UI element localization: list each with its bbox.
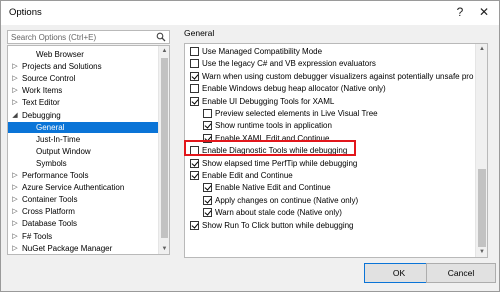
scroll-up-icon[interactable]: ▲ bbox=[476, 44, 487, 54]
cancel-button[interactable]: Cancel bbox=[426, 263, 496, 283]
option-label: Warn about stale code (Native only) bbox=[215, 208, 342, 218]
tree-item-label: Work Items bbox=[22, 86, 63, 96]
tree-item[interactable]: ▷ F# Tools bbox=[8, 231, 158, 242]
option-label: Preview selected elements in Live Visual… bbox=[215, 109, 378, 118]
tree-item[interactable]: ▷ Cross Platform bbox=[8, 206, 158, 217]
option-checkbox[interactable] bbox=[203, 109, 212, 118]
help-icon[interactable]: ? bbox=[449, 3, 471, 21]
tree-item-label: Text Editor bbox=[22, 98, 60, 108]
option-checkbox[interactable] bbox=[190, 47, 199, 56]
option-checkbox[interactable] bbox=[203, 183, 212, 193]
collapsed-arrow-icon[interactable]: ▷ bbox=[11, 243, 19, 254]
expanded-arrow-icon[interactable]: ◢ bbox=[11, 110, 19, 121]
option-label: Enable UI Debugging Tools for XAML bbox=[202, 96, 335, 106]
collapsed-arrow-icon[interactable]: ▷ bbox=[11, 218, 19, 229]
option-checkbox[interactable] bbox=[190, 96, 199, 106]
option-label: Show Run To Click button while debugging bbox=[202, 220, 354, 230]
tree-item-label: NuGet Package Manager bbox=[22, 243, 113, 253]
tree-item[interactable]: ▷ NuGet Package Manager bbox=[8, 243, 158, 254]
option-checkbox[interactable] bbox=[190, 84, 199, 94]
collapsed-arrow-icon[interactable]: ▷ bbox=[11, 231, 19, 242]
scroll-down-icon[interactable]: ▼ bbox=[476, 247, 487, 257]
collapsed-arrow-icon[interactable]: ▷ bbox=[11, 182, 19, 193]
option-checkbox[interactable] bbox=[190, 220, 199, 230]
tree-item-label: Output Window bbox=[36, 146, 91, 156]
tree-item[interactable]: ▷ Performance Tools bbox=[8, 170, 158, 181]
close-icon[interactable]: ✕ bbox=[473, 3, 495, 21]
highlight-annotation bbox=[184, 140, 356, 156]
option-label: Use Managed Compatibility Mode bbox=[202, 47, 323, 56]
tree-item-label: Source Control bbox=[22, 74, 76, 84]
tree-item[interactable]: ▷ Text Editor bbox=[8, 97, 158, 108]
search-input[interactable] bbox=[9, 31, 154, 43]
tree-item-label: Web Browser bbox=[36, 50, 84, 59]
tree-item[interactable]: Symbols bbox=[8, 158, 158, 169]
option-label: Enable Windows debug heap allocator (Nat… bbox=[202, 84, 386, 94]
option-label: Show runtime tools in application bbox=[215, 121, 332, 131]
tree-item-label: Database Tools bbox=[22, 219, 77, 229]
panel-scrollbar[interactable]: ▲ ▼ bbox=[475, 44, 487, 257]
collapsed-arrow-icon[interactable]: ▷ bbox=[11, 194, 19, 205]
collapsed-arrow-icon[interactable]: ▷ bbox=[11, 206, 19, 217]
tree-item-label: Debugging bbox=[22, 110, 61, 120]
tree-item-label: General bbox=[36, 122, 65, 132]
scroll-up-icon[interactable]: ▲ bbox=[159, 46, 169, 56]
scrollbar-thumb[interactable] bbox=[478, 169, 486, 247]
tree-item-label: Symbols bbox=[36, 158, 67, 168]
tree-scrollbar[interactable]: ▲ ▼ bbox=[158, 46, 169, 254]
option-checkbox[interactable] bbox=[190, 71, 199, 81]
option-label: Enable Edit and Continue bbox=[202, 171, 293, 180]
tree-item[interactable]: Just-In-Time bbox=[8, 134, 158, 145]
tree-item[interactable]: ▷ Container Tools bbox=[8, 194, 158, 205]
tree-item-label: Cross Platform bbox=[22, 207, 75, 217]
panel-title: General bbox=[184, 28, 215, 38]
option-checkbox[interactable] bbox=[203, 195, 212, 205]
tree-item[interactable]: Output Window bbox=[8, 146, 158, 157]
tree-item-label: Performance Tools bbox=[22, 171, 89, 180]
tree-item-label: F# Tools bbox=[22, 231, 53, 241]
tree-item-label: Just-In-Time bbox=[36, 134, 81, 144]
options-tree[interactable]: ▷ NuGet Package Manager ▷ F# Tools ▷ Database… bbox=[7, 45, 170, 255]
ok-button[interactable]: OK bbox=[364, 263, 434, 283]
option-label: Warn when using custom debugger visualiz… bbox=[202, 71, 474, 81]
collapsed-arrow-icon[interactable]: ▷ bbox=[11, 170, 19, 181]
tree-item[interactable]: General bbox=[8, 121, 158, 133]
option-checkbox[interactable] bbox=[203, 121, 212, 131]
option-checkbox[interactable] bbox=[190, 59, 199, 69]
scrollbar-thumb[interactable] bbox=[161, 58, 168, 238]
options-dialog: Options ? ✕ ▷NuGet Package Manager▷F# To… bbox=[0, 0, 500, 292]
option-checkbox[interactable] bbox=[190, 171, 199, 180]
option-checkbox[interactable] bbox=[190, 158, 199, 168]
tree-item-label: Projects and Solutions bbox=[22, 62, 102, 72]
search-icon[interactable] bbox=[156, 32, 166, 42]
option-checkbox[interactable] bbox=[203, 208, 212, 218]
title-bar: Options ? ✕ bbox=[1, 1, 499, 25]
option-label: Show elapsed time PerfTip while debuggin… bbox=[202, 158, 358, 168]
scroll-down-icon[interactable]: ▼ bbox=[159, 244, 169, 254]
option-label: Apply changes on continue (Native only) bbox=[215, 195, 359, 205]
tree-item[interactable]: ▷ Source Control bbox=[8, 73, 158, 84]
tree-item[interactable]: ▷ Work Items bbox=[8, 85, 158, 96]
tree-item[interactable]: ◢ Debugging bbox=[8, 110, 158, 121]
option-label: Enable Native Edit and Continue bbox=[215, 183, 331, 193]
tree-item-label: Container Tools bbox=[22, 195, 78, 205]
search-box[interactable] bbox=[7, 30, 170, 44]
tree-item[interactable]: ▷ Projects and Solutions bbox=[8, 61, 158, 72]
collapsed-arrow-icon[interactable]: ▷ bbox=[11, 73, 19, 84]
collapsed-arrow-icon[interactable]: ▷ bbox=[11, 85, 19, 96]
tree-item-label: Azure Service Authentication bbox=[22, 183, 125, 193]
tree-item[interactable]: ▷ Azure Service Authentication bbox=[8, 182, 158, 193]
tree-item[interactable]: Web Browser bbox=[8, 49, 158, 60]
window-title: Options bbox=[9, 7, 42, 18]
option-label: Use the legacy C# and VB expression eval… bbox=[202, 59, 376, 69]
collapsed-arrow-icon[interactable]: ▷ bbox=[11, 97, 19, 108]
collapsed-arrow-icon[interactable]: ▷ bbox=[11, 61, 19, 72]
tree-item[interactable]: ▷ Database Tools bbox=[8, 218, 158, 229]
